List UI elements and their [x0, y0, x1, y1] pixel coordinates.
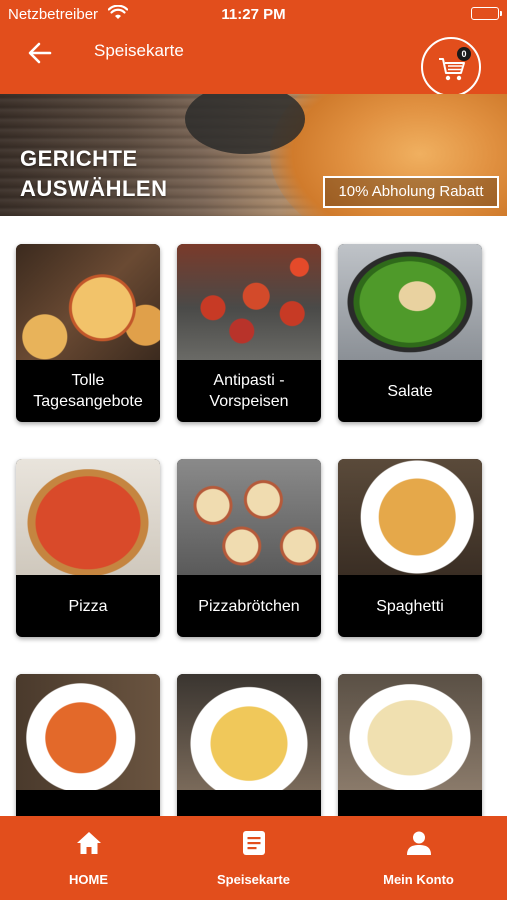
nav-item-home[interactable]: HOME: [4, 816, 173, 900]
app-header: Speisekarte 0: [0, 30, 507, 97]
category-card-penne[interactable]: [16, 674, 160, 816]
category-image: [177, 459, 321, 575]
category-label: Spaghetti: [376, 597, 444, 615]
category-label: Tolle Tagesangebote: [33, 372, 143, 410]
category-label: Pizza: [68, 597, 108, 615]
battery-icon: [471, 7, 502, 20]
category-label: [16, 790, 160, 816]
category-grid: Tolle Tagesangebote Antipasti - Vorspeis…: [0, 216, 507, 816]
category-card-salate[interactable]: Salate: [338, 244, 482, 422]
back-button[interactable]: [26, 38, 56, 68]
nav-item-label: Mein Konto: [383, 872, 454, 887]
discount-badge[interactable]: 10% Abholung Rabatt: [323, 176, 499, 208]
banner-title: GERICHTE AUSWÄHLEN: [20, 144, 168, 204]
menu-list-icon: [243, 831, 265, 855]
nav-item-label: HOME: [69, 872, 108, 887]
cart-count-badge: 0: [457, 47, 471, 61]
nav-item-label: Speisekarte: [217, 872, 290, 887]
cart-button[interactable]: 0: [421, 37, 481, 97]
category-card-tortellini[interactable]: [338, 674, 482, 816]
category-card-pizzabroetchen[interactable]: Pizzabrötchen: [177, 459, 321, 637]
category-image: [338, 674, 482, 790]
status-time: 11:27 PM: [221, 6, 286, 23]
category-image: [16, 244, 160, 360]
category-image: [338, 459, 482, 575]
category-card-pizza[interactable]: Pizza: [16, 459, 160, 637]
category-image: [16, 674, 160, 790]
category-label: [177, 790, 321, 816]
banner-title-line1: GERICHTE: [20, 146, 138, 171]
category-image: [16, 459, 160, 575]
nav-item-mein-konto[interactable]: Mein Konto: [334, 816, 503, 900]
nav-item-speisekarte[interactable]: Speisekarte: [169, 816, 338, 900]
category-card-antipasti[interactable]: Antipasti - Vorspeisen: [177, 244, 321, 422]
category-image: [177, 244, 321, 360]
back-arrow-icon: [28, 42, 52, 64]
hero-banner: GERICHTE AUSWÄHLEN 10% Abholung Rabatt: [0, 94, 507, 216]
category-image: [338, 244, 482, 360]
bottom-navigation: HOME Speisekarte Mein Konto: [0, 816, 507, 900]
category-label: Salate: [387, 382, 433, 400]
category-image: [177, 674, 321, 790]
category-card-tagesangebote[interactable]: Tolle Tagesangebote: [16, 244, 160, 422]
user-icon: [407, 831, 431, 855]
category-label: [338, 790, 482, 816]
category-label: Antipasti - Vorspeisen: [209, 372, 289, 410]
category-card-spaghetti[interactable]: Spaghetti: [338, 459, 482, 637]
category-label: Pizzabrötchen: [198, 597, 300, 615]
status-bar: Netzbetreiber 11:27 PM: [0, 0, 507, 30]
banner-title-line2: AUSWÄHLEN: [20, 176, 168, 201]
page-title: Speisekarte: [94, 41, 184, 60]
category-card-tagliatelle[interactable]: [177, 674, 321, 816]
home-icon: [77, 832, 101, 854]
